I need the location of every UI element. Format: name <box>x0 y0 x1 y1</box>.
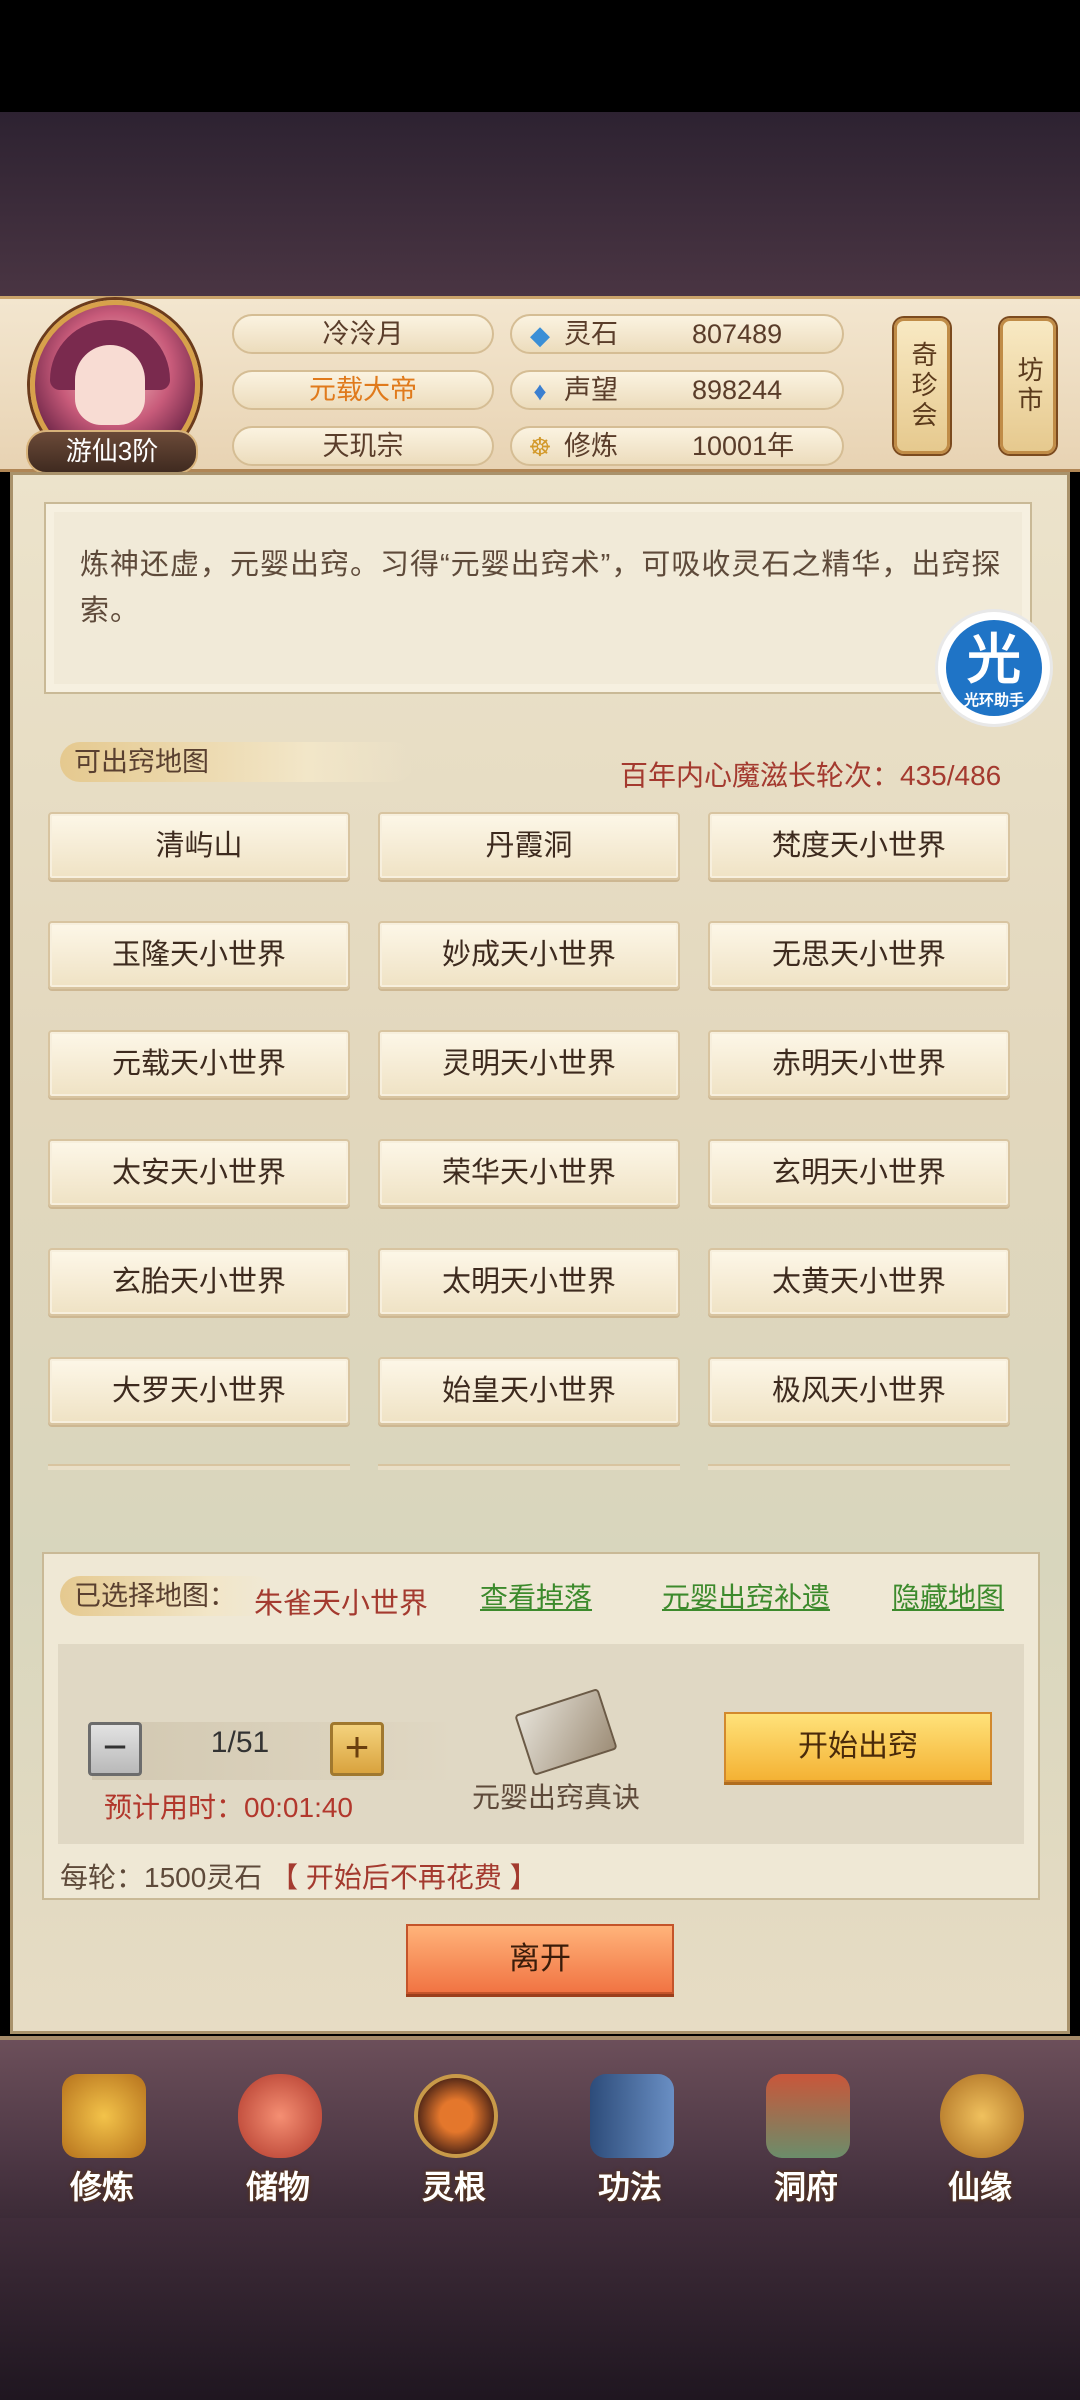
view-drops-link[interactable]: 查看掉落 <box>480 1576 592 1616</box>
map-button[interactable]: 玄胎天小世界 <box>48 1248 350 1316</box>
treasure-fair-button[interactable]: 奇珍会 <box>894 318 950 454</box>
round-cost: 每轮：1500灵石 【 开始后不再花费 】 <box>60 1856 538 1896</box>
stat-label: 声望 <box>564 375 618 405</box>
nav-cultivate[interactable]: 修炼 <box>32 2074 172 2214</box>
map-button[interactable]: 太明天小世界 <box>378 1248 680 1316</box>
player-sect: 天玑宗 <box>232 426 494 466</box>
map-list-scroll-hint <box>378 1464 680 1470</box>
helper-button[interactable]: 光 光环助手 <box>938 612 1050 724</box>
map-button[interactable]: 大罗天小世界 <box>48 1357 350 1425</box>
rank-badge: 游仙3阶 <box>26 430 198 474</box>
player-title: 元载大帝 <box>232 370 494 410</box>
helper-icon: 光 光环助手 <box>946 620 1042 716</box>
selected-map-name: 朱雀天小世界 <box>254 1588 429 1620</box>
map-button[interactable]: 极风天小世界 <box>708 1357 1010 1425</box>
top-backdrop <box>0 112 1080 297</box>
nav-label: 仙缘 <box>947 2169 1012 2205</box>
cost-amount: 每轮：1500灵石 <box>60 1862 263 1893</box>
nav-storage[interactable]: 储物 <box>208 2074 348 2214</box>
description-text: 炼神还虚，元婴出窍。习得“元婴出窍术”，可吸收灵石之精华，出窍探索。 <box>80 549 1002 627</box>
map-button[interactable]: 始皇天小世界 <box>378 1357 680 1425</box>
stat-label: 灵石 <box>564 319 618 349</box>
map-button[interactable]: 妙成天小世界 <box>378 921 680 989</box>
book-cover <box>514 1687 618 1777</box>
map-button[interactable]: 无思天小世界 <box>708 921 1010 989</box>
stat-cultivation: ☸ 修炼 10001年 <box>510 426 844 466</box>
immortal-fate-icon <box>940 2074 1024 2158</box>
helper-glyph: 光 <box>967 630 1021 690</box>
rounds-value: 1/51 <box>210 1726 270 1759</box>
hide-map-link[interactable]: 隐藏地图 <box>892 1576 1004 1616</box>
cultivate-icon <box>62 2074 146 2158</box>
nav-technique[interactable]: 功法 <box>560 2074 700 2214</box>
nav-label: 修炼 <box>69 2169 134 2205</box>
nav-spirit-root[interactable]: 灵根 <box>384 2074 524 2214</box>
nav-label: 灵根 <box>421 2169 486 2205</box>
storage-bag-icon <box>238 2074 322 2158</box>
map-button[interactable]: 赤明天小世界 <box>708 1030 1010 1098</box>
map-button[interactable]: 灵明天小世界 <box>378 1030 680 1098</box>
map-button[interactable]: 玉隆天小世界 <box>48 921 350 989</box>
map-button[interactable]: 清屿山 <box>48 812 350 880</box>
nav-immortal-fate[interactable]: 仙缘 <box>910 2074 1050 2214</box>
map-section-title: 可出窍地图 <box>60 742 414 782</box>
stat-reputation: ♦ 声望 898244 <box>510 370 844 410</box>
cultivation-icon: ☸ <box>528 432 552 462</box>
stat-value: 898244 <box>692 375 783 405</box>
bottom-backdrop <box>0 2218 1080 2400</box>
avatar-face <box>75 345 145 425</box>
decrease-button[interactable]: − <box>88 1722 142 1776</box>
stat-label: 修炼 <box>564 431 618 461</box>
stat-spirit-stone: ◆ 灵石 807489 <box>510 314 844 354</box>
projection-supplement-link[interactable]: 元婴出窍补遗 <box>662 1576 830 1616</box>
map-button[interactable]: 荣华天小世界 <box>378 1139 680 1207</box>
helper-caption: 光环助手 <box>963 692 1024 709</box>
increase-button[interactable]: + <box>330 1722 384 1776</box>
map-list-scroll-hint <box>48 1464 350 1470</box>
map-button[interactable]: 太黄天小世界 <box>708 1248 1010 1316</box>
map-button[interactable]: 元载天小世界 <box>48 1030 350 1098</box>
map-button[interactable]: 梵度天小世界 <box>708 812 1010 880</box>
map-list-scroll-hint <box>708 1464 1010 1470</box>
nav-label: 洞府 <box>773 2169 838 2205</box>
map-button[interactable]: 太安天小世界 <box>48 1139 350 1207</box>
player-name: 冷泠月 <box>232 314 494 354</box>
stat-value: 807489 <box>692 319 783 349</box>
nav-cave-dwelling[interactable]: 洞府 <box>736 2074 876 2214</box>
spirit-stone-icon: ◆ <box>530 320 550 350</box>
reputation-icon: ♦ <box>533 376 547 406</box>
spirit-root-icon <box>414 2074 498 2158</box>
cave-dwelling-icon <box>766 2074 850 2158</box>
leave-button[interactable]: 离开 <box>406 1924 674 1994</box>
start-projection-button[interactable]: 开始出窍 <box>724 1712 992 1782</box>
heart-demon-counter: 百年内心魔滋长轮次：435/486 <box>620 760 1002 791</box>
map-button[interactable]: 丹霞洞 <box>378 812 680 880</box>
market-button[interactable]: 坊市 <box>1000 318 1056 454</box>
technique-book-icon <box>590 2074 674 2158</box>
stat-value: 10001年 <box>692 431 795 461</box>
status-bar <box>0 0 1080 112</box>
estimated-time: 预计用时：00:01:40 <box>104 1792 353 1823</box>
selected-map-label: 已选择地图： <box>60 1576 274 1616</box>
map-button[interactable]: 玄明天小世界 <box>708 1139 1010 1207</box>
nav-label: 储物 <box>245 2169 310 2205</box>
nav-label: 功法 <box>597 2169 662 2205</box>
technique-book-icon[interactable] <box>508 1687 618 1777</box>
cost-note: 【 开始后不再花费 】 <box>270 1862 538 1893</box>
technique-book-label: 元婴出窍真诀 <box>472 1782 641 1813</box>
